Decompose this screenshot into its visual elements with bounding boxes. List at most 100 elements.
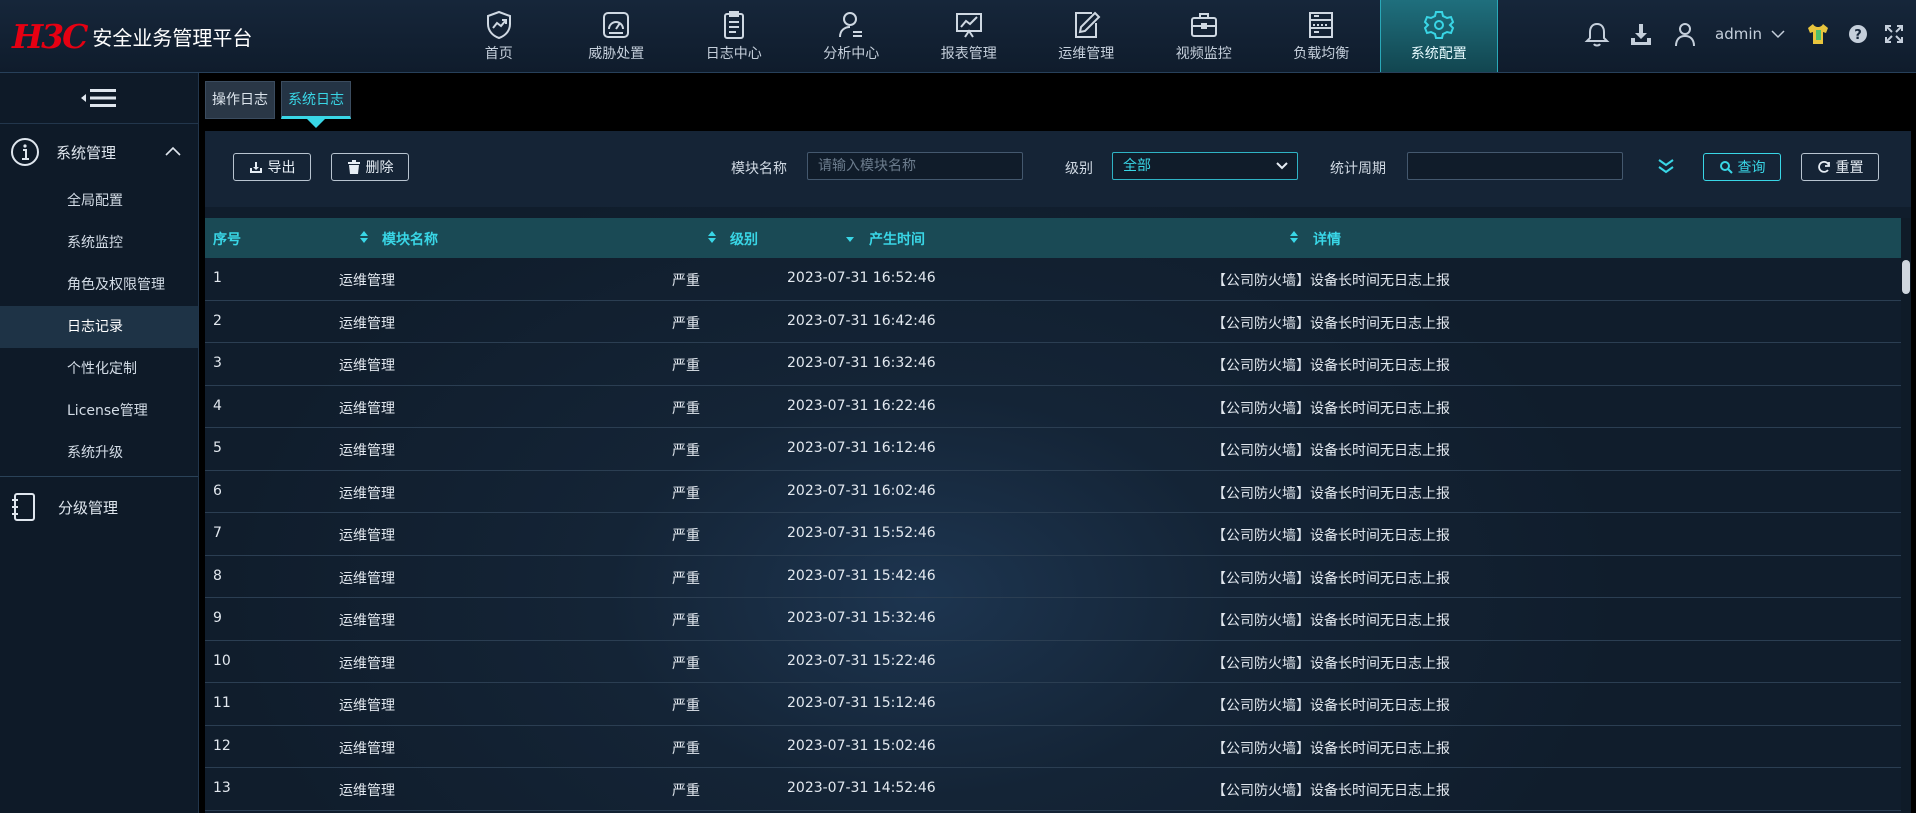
cell-time: 2023-07-31 15:52:46	[787, 525, 936, 541]
cell-time: 2023-07-31 16:12:46	[787, 440, 936, 456]
top-header: H3C 安全业务管理平台 首页 威胁处置 日志中心 分析中心 报表管理 运维管理	[0, 0, 1916, 73]
cell-index: 2	[213, 312, 222, 329]
sidebar-item-license[interactable]: License管理	[0, 390, 198, 432]
cell-level: 严重	[672, 315, 700, 332]
cell-time: 2023-07-31 15:32:46	[787, 610, 936, 626]
nav-log-center[interactable]: 日志中心	[675, 0, 793, 72]
fullscreen-icon[interactable]	[1884, 24, 1904, 44]
nav-label: 威胁处置	[588, 46, 645, 62]
download-icon[interactable]	[1627, 20, 1655, 48]
tab-operation-log[interactable]: 操作日志	[205, 81, 275, 119]
user-icon[interactable]	[1671, 20, 1699, 48]
table-row[interactable]: 9 运维管理 严重 2023-07-31 15:32:46 【公司防火墙】设备长时间无日…	[205, 598, 1901, 641]
nav-label: 报表管理	[940, 46, 997, 62]
cell-detail: 【公司防火墙】设备长时间无日志上报	[1212, 783, 1450, 799]
period-input[interactable]	[1407, 152, 1623, 180]
nav-label: 运维管理	[1058, 46, 1115, 62]
h3c-logo: H3C	[12, 16, 88, 56]
nav-analysis[interactable]: 分析中心	[793, 0, 911, 72]
level-select[interactable]: 全部	[1112, 152, 1298, 180]
nav-system-config[interactable]: 系统配置	[1380, 0, 1498, 72]
system-log-table: 序号 模块名称 级别 产生时间 详情 1 运维管理 严重 2023-07-31 16:…	[205, 218, 1901, 811]
nav-reports[interactable]: 报表管理	[910, 0, 1028, 72]
col-header-level[interactable]: 级别	[730, 229, 758, 249]
sort-icon[interactable]	[707, 230, 717, 244]
sidebar-item-system-monitor[interactable]: 系统监控	[0, 222, 198, 264]
nav-threat[interactable]: 威胁处置	[558, 0, 676, 72]
gear-config-icon	[1423, 11, 1454, 39]
theme-shirt-icon[interactable]	[1804, 20, 1832, 48]
module-name-label: 模块名称	[731, 161, 787, 177]
cell-detail: 【公司防火墙】设备长时间无日志上报	[1212, 698, 1450, 714]
cell-index: 5	[213, 440, 222, 456]
table-row[interactable]: 2 运维管理 严重 2023-07-31 16:42:46 【公司防火墙】设备长时间无日…	[205, 301, 1901, 343]
col-header-module[interactable]: 模块名称	[382, 229, 438, 249]
sort-desc-icon[interactable]	[845, 230, 855, 244]
table-row[interactable]: 10 运维管理 严重 2023-07-31 15:22:46 【公司防火墙】设备长时间无…	[205, 641, 1901, 683]
cell-detail: 【公司防火墙】设备长时间无日志上报	[1212, 655, 1450, 672]
col-header-time[interactable]: 产生时间	[869, 229, 925, 249]
query-label: 查询	[1737, 160, 1766, 176]
cell-time: 2023-07-31 15:22:46	[787, 652, 936, 669]
module-name-input[interactable]: 请输入模块名称	[807, 152, 1023, 180]
menu-collapse-icon	[81, 89, 116, 107]
cell-index: 4	[213, 397, 222, 414]
level-value: 全部	[1123, 158, 1151, 174]
nav-load-balance[interactable]: 负载均衡	[1263, 0, 1381, 72]
sidebar-item-roles-permissions[interactable]: 角色及权限管理	[0, 264, 198, 306]
sidebar-item-global-config[interactable]: 全局配置	[0, 180, 198, 222]
table-row[interactable]: 13 运维管理 严重 2023-07-31 14:52:46 【公司防火墙】设备长时间无…	[205, 768, 1901, 811]
reset-button[interactable]: 重置	[1801, 153, 1879, 181]
cell-module: 运维管理	[339, 740, 395, 757]
user-analysis-icon	[839, 12, 863, 38]
table-row[interactable]: 12 运维管理 严重 2023-07-31 15:02:46 【公司防火墙】设备长时间无…	[205, 726, 1901, 768]
briefcase-icon	[1190, 13, 1217, 37]
log-tabs: 操作日志 系统日志	[205, 81, 351, 128]
sidebar-group-system-management[interactable]: 系统管理	[0, 124, 198, 180]
table-row[interactable]: 4 运维管理 严重 2023-07-31 16:22:46 【公司防火墙】设备长时间无日…	[205, 386, 1901, 428]
cell-index: 1	[213, 270, 222, 286]
sidebar-item-log-records[interactable]: 日志记录	[0, 306, 198, 348]
nav-ops[interactable]: 运维管理	[1028, 0, 1146, 72]
refresh-icon	[1817, 161, 1830, 173]
nav-video[interactable]: 视频监控	[1145, 0, 1263, 72]
user-menu[interactable]: admin	[1715, 24, 1788, 44]
table-row[interactable]: 8 运维管理 严重 2023-07-31 15:42:46 【公司防火墙】设备长时间无日…	[205, 556, 1901, 598]
cell-detail: 【公司防火墙】设备长时间无日志上报	[1212, 315, 1450, 332]
trash-icon	[347, 160, 360, 174]
sidebar-group-label: 分级管理	[58, 498, 119, 517]
sidebar-item-system-upgrade[interactable]: 系统升级	[0, 432, 198, 474]
sort-icon[interactable]	[1289, 230, 1299, 244]
query-button[interactable]: 查询	[1703, 153, 1781, 181]
cell-module: 运维管理	[339, 485, 395, 502]
cell-level: 严重	[672, 358, 700, 374]
cell-detail: 【公司防火墙】设备长时间无日志上报	[1212, 443, 1450, 459]
brand-logo[interactable]: H3C 安全业务管理平台	[12, 16, 252, 56]
export-button[interactable]: 导出	[233, 153, 311, 181]
table-scrollbar[interactable]	[1901, 218, 1911, 813]
cell-index: 3	[213, 355, 222, 371]
table-row[interactable]: 7 运维管理 严重 2023-07-31 15:52:46 【公司防火墙】设备长时间无日…	[205, 513, 1901, 556]
tab-system-log[interactable]: 系统日志	[281, 81, 351, 128]
cell-level: 严重	[672, 783, 700, 799]
scrollbar-thumb[interactable]	[1902, 260, 1910, 294]
table-row[interactable]: 6 运维管理 严重 2023-07-31 16:02:46 【公司防火墙】设备长时间无日…	[205, 471, 1901, 513]
sidebar-group-hierarchy-management[interactable]: 分级管理	[0, 477, 198, 537]
nav-home[interactable]: 首页	[440, 0, 558, 72]
cell-detail: 【公司防火墙】设备长时间无日志上报	[1212, 613, 1450, 629]
table-row[interactable]: 11 运维管理 严重 2023-07-31 15:12:46 【公司防火墙】设备长时间无…	[205, 683, 1901, 726]
sort-icon[interactable]	[359, 230, 369, 244]
bell-icon[interactable]	[1583, 20, 1611, 48]
sidebar-item-personalization[interactable]: 个性化定制	[0, 348, 198, 390]
delete-button[interactable]: 删除	[331, 153, 409, 181]
cell-module: 运维管理	[339, 613, 395, 629]
help-icon[interactable]: ?	[1848, 24, 1868, 44]
sidebar-collapse-button[interactable]	[0, 73, 198, 124]
table-row[interactable]: 3 运维管理 严重 2023-07-31 16:32:46 【公司防火墙】设备长时间无日…	[205, 343, 1901, 386]
table-row[interactable]: 5 运维管理 严重 2023-07-31 16:12:46 【公司防火墙】设备长时间无日…	[205, 428, 1901, 471]
cell-index: 6	[213, 482, 222, 499]
expand-filter-icon[interactable]	[1655, 155, 1677, 177]
table-row[interactable]: 1 运维管理 严重 2023-07-31 16:52:46 【公司防火墙】设备长时间无日…	[205, 258, 1901, 301]
cell-module: 运维管理	[339, 400, 395, 417]
cell-detail: 【公司防火墙】设备长时间无日志上报	[1212, 400, 1450, 417]
